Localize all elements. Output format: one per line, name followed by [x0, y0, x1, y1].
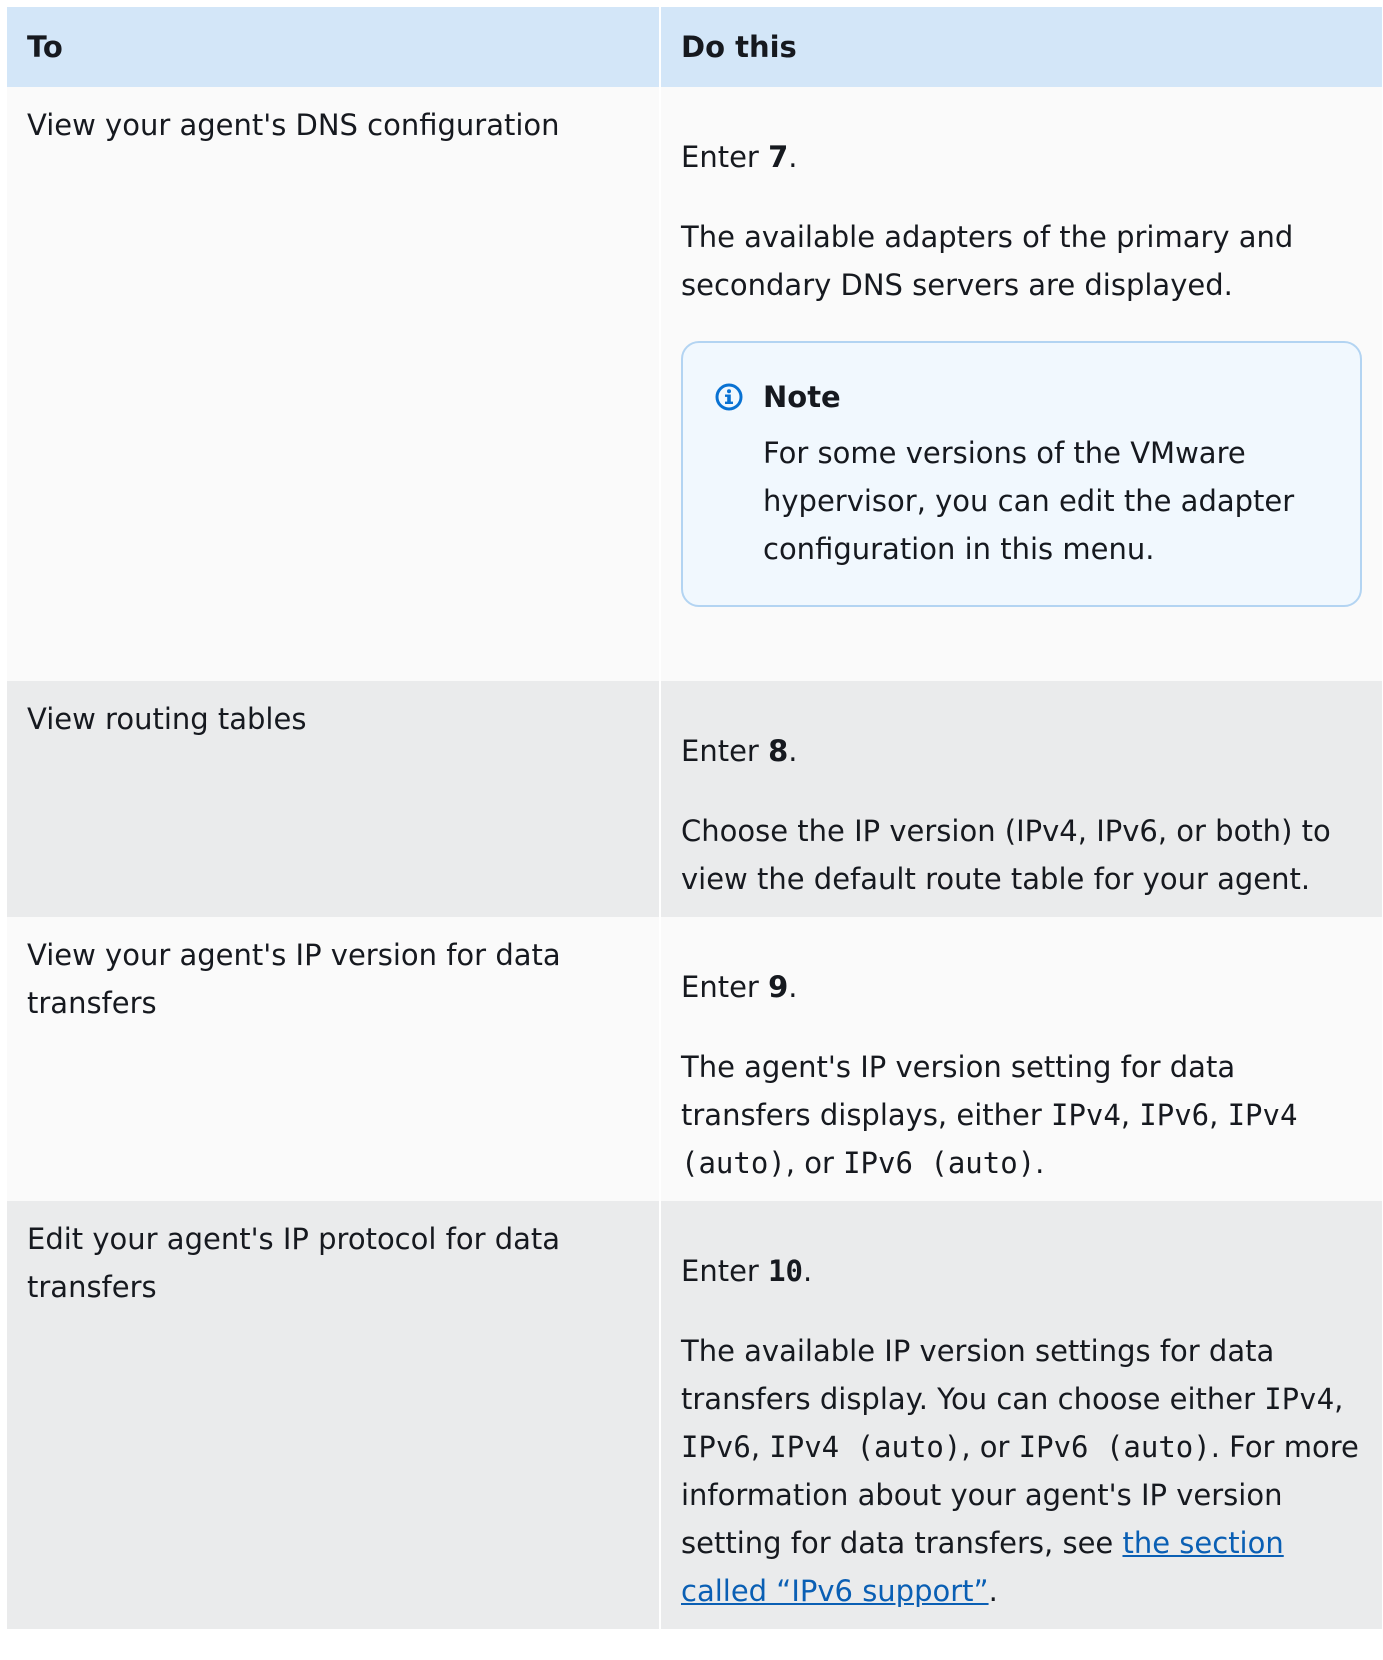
code-ipv4-auto: IPv4 (auto): [769, 1430, 962, 1464]
info-circle-icon: [715, 383, 743, 411]
instruction-cell: Enter 9. The agent's IP version setting …: [660, 917, 1382, 1201]
instructions-table: To Do this View your agent's DNS configu…: [7, 7, 1382, 1629]
instruction-cell: Enter 10. The available IP version setti…: [660, 1201, 1382, 1629]
code-ipv6-auto: IPv6 (auto): [843, 1146, 1036, 1180]
code-ipv4: IPv4: [1051, 1098, 1121, 1132]
instruction-description: The available adapters of the primary an…: [681, 220, 1294, 302]
task-cell: View routing tables: [7, 681, 661, 917]
option-number: 10: [768, 1254, 803, 1288]
enter-instruction: Enter 10.: [681, 1254, 813, 1288]
option-number: 8: [768, 734, 789, 768]
instruction-cell: Enter 7. The available adapters of the p…: [660, 87, 1382, 681]
note-header: Note: [715, 373, 1328, 421]
code-ipv4: IPv4: [1264, 1382, 1335, 1416]
code-ipv6-auto: IPv6 (auto): [1018, 1430, 1211, 1464]
note-body: For some versions of the VMware hypervis…: [763, 436, 1295, 566]
table-row: View your agent's IP version for data tr…: [7, 917, 1382, 1201]
enter-instruction: Enter 7.: [681, 140, 798, 174]
column-header-to: To: [7, 7, 661, 87]
table-header-row: To Do this: [7, 7, 1382, 87]
task-cell: View your agent's DNS configuration: [7, 87, 661, 681]
option-number: 7: [768, 140, 789, 174]
task-cell: Edit your agent's IP protocol for data t…: [7, 1201, 661, 1629]
enter-instruction: Enter 8.: [681, 734, 798, 768]
note-callout: Note For some versions of the VMware hyp…: [681, 341, 1362, 607]
task-cell: View your agent's IP version for data tr…: [7, 917, 661, 1201]
instruction-description: The available IP version settings for da…: [681, 1334, 1359, 1608]
table-row: View routing tables Enter 8. Choose the …: [7, 681, 1382, 917]
option-number: 9: [768, 970, 789, 1004]
instruction-description: Choose the IP version (IPv4, IPv6, or bo…: [681, 814, 1331, 896]
column-header-do-this: Do this: [660, 7, 1382, 87]
table-row: Edit your agent's IP protocol for data t…: [7, 1201, 1382, 1629]
instruction-cell: Enter 8. Choose the IP version (IPv4, IP…: [660, 681, 1382, 917]
note-title: Note: [763, 380, 841, 414]
code-ipv6: IPv6: [1139, 1098, 1210, 1132]
instruction-description: The agent's IP version setting for data …: [681, 1050, 1298, 1180]
table-row: View your agent's DNS configuration Ente…: [7, 87, 1382, 681]
enter-instruction: Enter 9.: [681, 970, 798, 1004]
code-ipv6: IPv6: [681, 1430, 751, 1464]
